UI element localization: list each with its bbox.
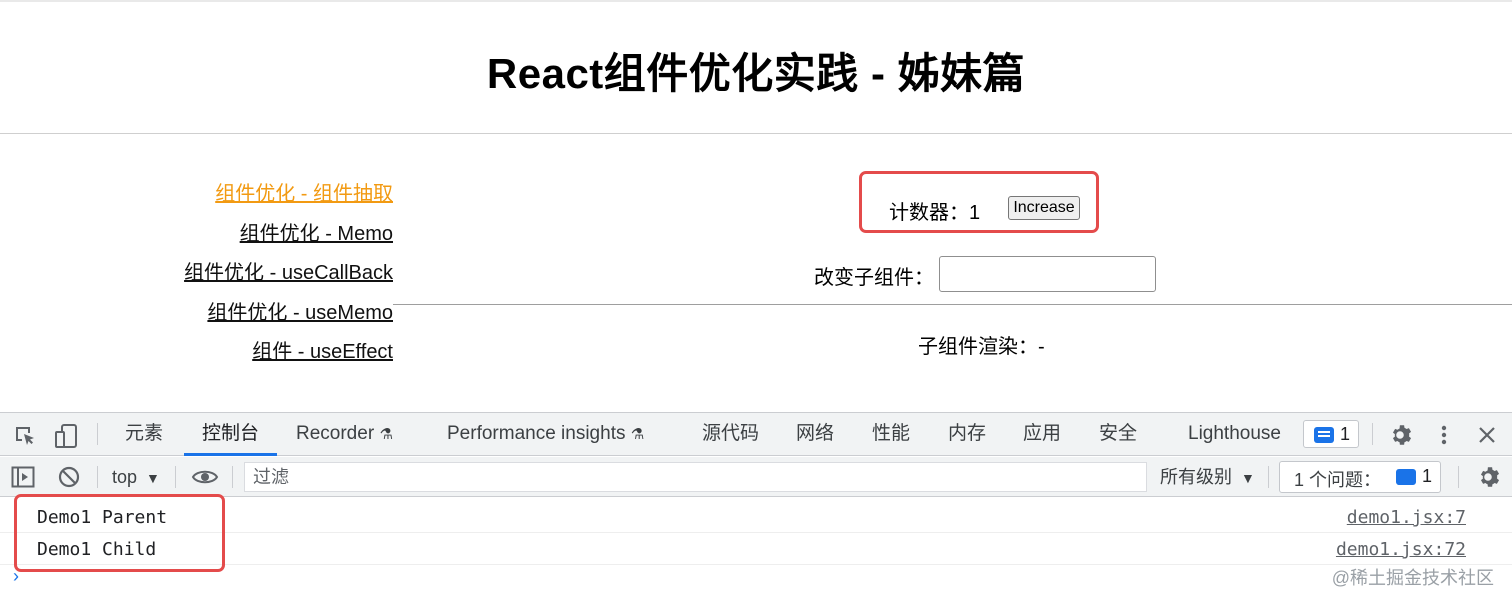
issues-count: 1 xyxy=(1422,466,1433,486)
tab-performance-insights-label: Performance insights xyxy=(447,423,626,444)
message-icon xyxy=(1396,469,1416,485)
settings-gear-icon[interactable] xyxy=(1387,422,1413,448)
tab-performance-insights[interactable]: Performance insights ⚗ xyxy=(447,413,644,455)
message-icon xyxy=(1314,427,1334,443)
console-toolbar: top ▼ 过滤 所有级别 ▼ 1 个问题： 1 xyxy=(0,457,1512,497)
tab-security[interactable]: 安全 xyxy=(1099,413,1137,455)
tab-network[interactable]: 网络 xyxy=(796,413,834,455)
log-levels-value: 所有级别 xyxy=(1160,467,1232,487)
log-source-link[interactable]: demo1.jsx:72 xyxy=(1336,539,1466,560)
logs-highlight-box xyxy=(14,494,225,572)
top-border xyxy=(0,0,1512,2)
nav-link-component-extract[interactable]: 组件优化 - 组件抽取 xyxy=(0,179,393,219)
nav-link-usememo[interactable]: 组件优化 - useMemo xyxy=(0,298,393,338)
tab-separator xyxy=(97,423,98,445)
console-log-row: Demo1 Parent demo1.jsx:7 xyxy=(0,501,1512,533)
flask-icon: ⚗ xyxy=(630,426,645,443)
tab-application[interactable]: 应用 xyxy=(1023,413,1061,455)
close-icon[interactable] xyxy=(1477,425,1497,445)
console-output: Demo1 Parent demo1.jsx:7 Demo1 Child dem… xyxy=(0,497,1512,602)
issues-label: 1 个问题： xyxy=(1294,470,1382,490)
toolbar-separator xyxy=(1458,466,1459,488)
flask-icon: ⚗ xyxy=(379,426,393,443)
toolbar-separator xyxy=(175,466,176,488)
devtools-tab-bar: 元素 控制台 Recorder ⚗ Performance insights ⚗… xyxy=(0,412,1512,456)
tab-recorder[interactable]: Recorder ⚗ xyxy=(296,413,393,455)
issues-button[interactable]: 1 个问题： 1 xyxy=(1279,461,1441,493)
increase-button[interactable]: Increase xyxy=(1008,196,1080,220)
toolbar-separator xyxy=(232,466,233,488)
toolbar-separator xyxy=(1268,466,1269,488)
change-child-label: 改变子组件： xyxy=(814,267,934,289)
tab-lighthouse[interactable]: Lighthouse xyxy=(1188,413,1281,455)
tab-separator xyxy=(1372,423,1373,445)
tab-elements[interactable]: 元素 xyxy=(125,413,163,455)
dropdown-arrow-icon: ▼ xyxy=(1241,470,1255,486)
more-options-icon[interactable] xyxy=(1434,423,1454,447)
child-render-text: 子组件渲染：- xyxy=(918,336,1045,358)
content-divider xyxy=(393,304,1512,305)
tab-console[interactable]: 控制台 xyxy=(184,413,278,456)
change-child-input[interactable] xyxy=(939,256,1156,292)
toolbar-separator xyxy=(97,466,98,488)
messages-badge[interactable]: 1 xyxy=(1303,420,1359,448)
page-title: React组件优化实践 - 姊妹篇 xyxy=(486,50,1026,97)
context-selector[interactable]: top ▼ xyxy=(112,457,160,497)
sidebar-toggle-icon[interactable] xyxy=(11,466,35,488)
tab-sources[interactable]: 源代码 xyxy=(702,413,759,455)
dropdown-arrow-icon: ▼ xyxy=(146,470,160,486)
nav-link-usecallback[interactable]: 组件优化 - useCallBack xyxy=(0,258,393,298)
console-settings-gear-icon[interactable] xyxy=(1475,464,1501,490)
log-source-link[interactable]: demo1.jsx:7 xyxy=(1347,507,1466,528)
tab-memory[interactable]: 内存 xyxy=(948,413,986,455)
messages-count: 1 xyxy=(1340,424,1351,444)
console-log-row: Demo1 Child demo1.jsx:72 xyxy=(0,533,1512,565)
device-toolbar-icon[interactable] xyxy=(54,423,80,449)
log-levels-dropdown[interactable]: 所有级别 ▼ xyxy=(1160,457,1255,497)
inspect-element-icon[interactable] xyxy=(13,424,37,448)
live-expression-eye-icon[interactable] xyxy=(191,467,219,487)
context-selector-value: top xyxy=(112,467,138,487)
clear-console-icon[interactable] xyxy=(57,465,81,489)
nav-link-memo[interactable]: 组件优化 - Memo xyxy=(0,219,393,259)
nav-link-useeffect[interactable]: 组件 - useEffect xyxy=(0,337,393,377)
side-nav: 组件优化 - 组件抽取 组件优化 - Memo 组件优化 - useCallBa… xyxy=(0,179,393,377)
tab-recorder-label: Recorder xyxy=(296,423,375,444)
watermark: @稀土掘金技术社区 xyxy=(1331,568,1494,588)
console-prompt[interactable]: › xyxy=(13,566,19,587)
counter-label: 计数器：1 xyxy=(889,202,981,224)
header-divider xyxy=(0,133,1512,134)
tab-performance[interactable]: 性能 xyxy=(872,413,910,455)
filter-input[interactable]: 过滤 xyxy=(244,462,1147,492)
